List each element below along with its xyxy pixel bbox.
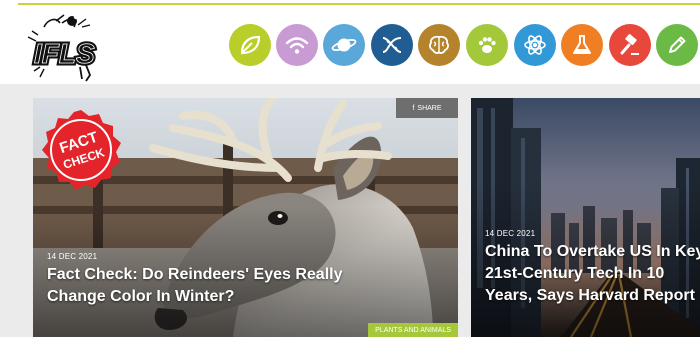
- iflscience-logo[interactable]: IFLS IFLS IFLS: [26, 11, 110, 83]
- category-plants-animals-button[interactable]: [466, 24, 508, 66]
- planet-icon: [331, 38, 357, 52]
- category-physics-button[interactable]: [514, 24, 556, 66]
- fact-check-badge: FACT CHECK: [42, 110, 121, 190]
- logo-text-highlight: IFLS: [34, 38, 95, 69]
- category-health-button[interactable]: [371, 24, 413, 66]
- gavel-icon: [620, 34, 639, 55]
- wifi-icon: [285, 37, 309, 54]
- atom-icon: [524, 35, 546, 55]
- paw-icon: [478, 37, 496, 53]
- article-card-reindeer[interactable]: FACT CHECK f SHARE 14 DEC 2021 Fact Chec…: [33, 98, 458, 337]
- logo-graphic: IFLS IFLS IFLS: [27, 14, 97, 82]
- featured-articles: FACT CHECK f SHARE 14 DEC 2021 Fact Chec…: [0, 84, 700, 337]
- share-button[interactable]: f SHARE: [396, 98, 458, 118]
- category-technology-button[interactable]: [276, 24, 318, 66]
- share-label: SHARE: [417, 104, 442, 112]
- pencil-icon: [669, 36, 686, 53]
- article-title[interactable]: China To Overtake US In Key 21st-Century…: [485, 241, 700, 307]
- flask-icon: [573, 35, 591, 54]
- article-date: 14 DEC 2021: [47, 252, 98, 261]
- category-editors-blog-button[interactable]: [609, 24, 651, 66]
- facebook-icon: f: [412, 104, 415, 112]
- leaf-icon: [240, 35, 261, 55]
- category-brain-button[interactable]: [418, 24, 460, 66]
- category-chemistry-button[interactable]: [561, 24, 603, 66]
- brain-icon: [429, 35, 449, 54]
- category-editorial-button[interactable]: [656, 24, 698, 66]
- dna-icon: [382, 37, 402, 53]
- site-header: IFLS IFLS IFLS: [0, 5, 700, 83]
- article-date: 14 DEC 2021: [485, 229, 536, 238]
- category-environment-button[interactable]: [229, 24, 271, 66]
- category-space-button[interactable]: [323, 24, 365, 66]
- category-tag-plants-animals[interactable]: PLANTS AND ANIMALS: [368, 323, 458, 337]
- article-title[interactable]: Fact Check: Do Reindeers' Eyes Really Ch…: [47, 264, 347, 308]
- article-card-china-tech[interactable]: 14 DEC 2021 China To Overtake US In Key …: [471, 98, 700, 337]
